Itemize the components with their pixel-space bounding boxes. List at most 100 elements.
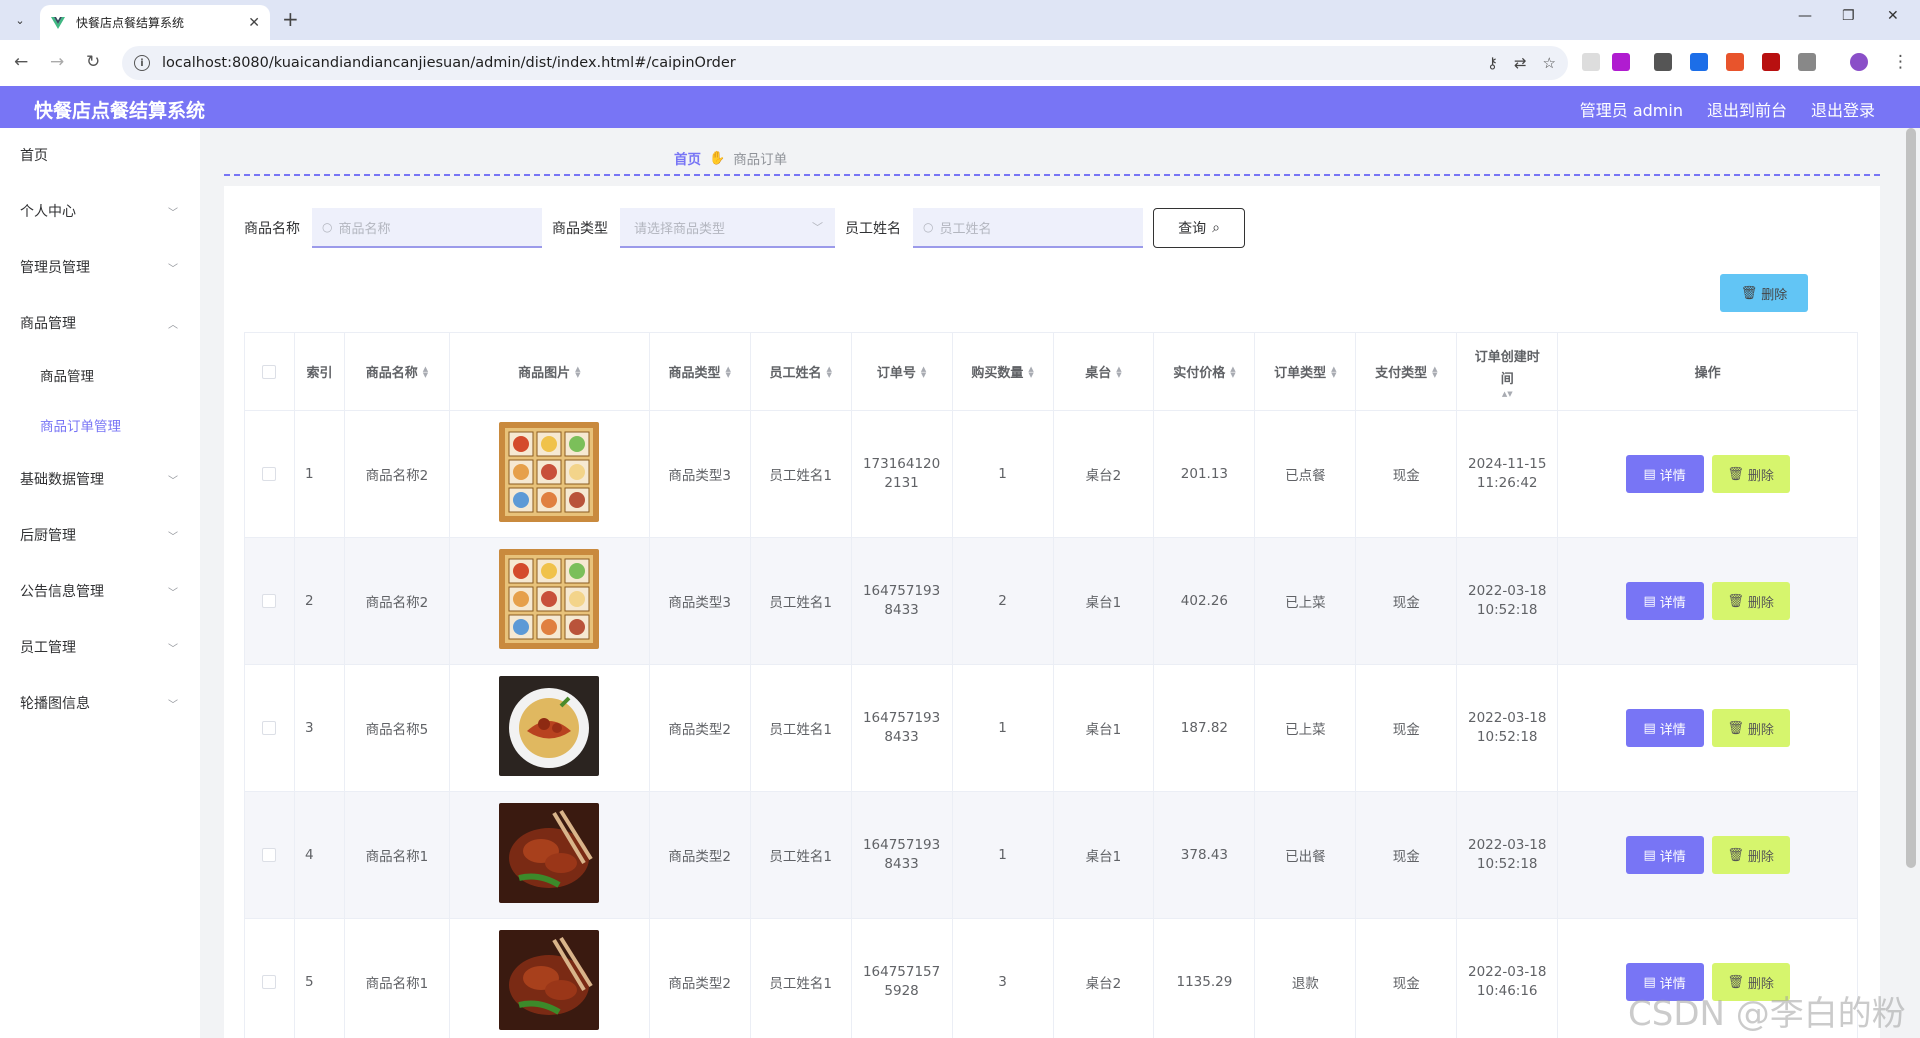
sort-icon[interactable]: ▲▼ [1502,390,1513,397]
cell-pay-type: 现金 [1392,976,1420,992]
row-checkbox[interactable] [262,467,277,481]
sort-icon[interactable]: ▲▼ [1028,365,1033,378]
back-icon[interactable]: ← [14,52,28,72]
type-select[interactable]: 请选择商品类型 ﹀ [620,208,835,248]
sidebar-item-basic-data[interactable]: 基础数据管理 ﹀ [0,464,200,494]
sort-icon[interactable]: ▲▼ [726,365,731,378]
sort-icon[interactable]: ▲▼ [423,365,428,378]
chevron-down-icon: ﹀ [168,207,178,219]
table-cell [450,919,650,1038]
batch-delete-button[interactable]: 🗑 删除 [1720,274,1808,312]
bookmark-star-icon[interactable]: ☆ [1543,54,1556,72]
sidebar-item-staff[interactable]: 员工管理 ﹀ [0,632,200,662]
select-all-checkbox[interactable] [262,364,277,379]
site-info-icon[interactable]: i [134,55,150,71]
sidebar-item-home[interactable]: 首页 [0,140,200,170]
minimize-icon[interactable]: — [1798,8,1812,24]
tab-search-icon[interactable]: ⌄ [8,8,32,32]
browser-tab[interactable]: 快餐店点餐结算系统 ✕ [40,5,270,40]
restore-icon[interactable]: ❐ [1842,8,1855,24]
col-header[interactable]: 商品类型 ▲ ▼ [649,333,751,411]
close-window-icon[interactable]: ✕ [1887,8,1899,24]
table-row: 5 商品名称1 商品类型2 员工姓名1 164757157 5928 3 桌台2 1135.29… [245,919,1858,1038]
breadcrumb-home[interactable]: 首页 [674,148,701,168]
type-label: 商品类型 [552,221,608,237]
sort-icon[interactable]: ▲▼ [1116,365,1121,378]
delete-button[interactable]: 🗑 删除 [1711,709,1790,747]
logout-link[interactable]: 退出登录 [1811,97,1875,121]
staff-search-input[interactable]: ○ 员工姓名 [913,208,1143,248]
forward-icon[interactable]: → [50,52,64,72]
detail-button[interactable]: ▤ 详情 [1625,836,1704,874]
name-label: 商品名称 [244,221,300,237]
cell-created-time: 2022-03-18 10:46:16 [1468,963,1546,1001]
extension-icon[interactable] [1762,53,1780,71]
sort-icon[interactable]: ▲▼ [1331,365,1336,378]
cell-qty: 2 [998,593,1007,609]
select-all-cell [245,333,295,411]
table-cell: 173164120 2131 [851,411,953,538]
row-checkbox[interactable] [262,594,277,608]
extension-icon[interactable] [1726,53,1744,71]
cell-name: 商品名称2 [365,468,429,484]
scrollbar[interactable] [1906,128,1916,868]
cell-order-no: 164757193 8433 [863,709,940,747]
sidebar-item-notice[interactable]: 公告信息管理 ﹀ [0,576,200,606]
delete-button[interactable]: 🗑 删除 [1711,836,1790,874]
avatar[interactable] [1850,53,1868,71]
detail-button[interactable]: ▤ 详情 [1625,455,1704,493]
col-header[interactable]: 订单创建时间 ▲▼ [1457,333,1559,411]
row-checkbox[interactable] [262,721,277,735]
extension-icon[interactable] [1582,53,1600,71]
sidebar-item-label: 管理员管理 [20,260,90,276]
col-header[interactable]: 商品图片 ▲ ▼ [449,333,650,411]
back-to-frontend-link[interactable]: 退出到前台 [1707,97,1787,121]
key-icon[interactable]: ⚷ [1487,54,1498,72]
col-header[interactable]: 订单号 ▲ ▼ [851,333,953,411]
new-tab-icon[interactable]: + [282,8,299,30]
table-cell [449,411,650,538]
sort-icon[interactable]: ▲▼ [575,365,580,378]
query-button[interactable]: 查询 ⌕ [1153,208,1245,248]
col-header[interactable]: 实付价格 ▲ ▼ [1154,333,1256,411]
sidebar-item-carousel[interactable]: 轮播图信息 ﹀ [0,688,200,718]
delete-button[interactable]: 🗑 删除 [1711,455,1790,493]
address-bar[interactable]: i localhost:8080/kuaicandiandiancanjiesu… [122,46,1568,80]
sort-icon[interactable]: ▲▼ [921,365,926,378]
detail-button[interactable]: ▤ 详情 [1625,709,1704,747]
sidebar-item-kitchen[interactable]: 后厨管理 ﹀ [0,520,200,550]
col-header[interactable]: 购买数量 ▲ ▼ [952,333,1054,411]
table-cell: 187.82 [1154,665,1256,792]
cell-qty: 1 [998,847,1007,863]
extension-icon[interactable] [1690,53,1708,71]
extension-icon[interactable] [1654,53,1672,71]
sidebar-item-label: 商品管理 [20,316,76,332]
sidebar-item-profile[interactable]: 个人中心 ﹀ [0,196,200,226]
row-checkbox[interactable] [262,848,277,862]
detail-label: 详情 [1659,468,1686,484]
sort-icon[interactable]: ▲▼ [826,365,831,378]
sidebar-subitem-goods-order[interactable]: 商品订单管理 [0,410,200,440]
sort-icon[interactable]: ▲▼ [1432,365,1437,378]
col-header[interactable]: 商品名称 ▲ ▼ [344,333,450,411]
sort-icon[interactable]: ▲▼ [1230,365,1235,378]
reload-icon[interactable]: ↻ [86,52,100,72]
row-checkbox[interactable] [262,975,277,989]
puzzle-icon[interactable] [1798,53,1816,71]
translate-icon[interactable]: ⇄ [1514,54,1527,72]
admin-user-link[interactable]: 管理员 admin [1580,97,1683,121]
sidebar-item-goods[interactable]: 商品管理 ︿ [0,308,200,338]
chevron-down-icon: ﹀ [812,221,823,234]
detail-button[interactable]: ▤ 详情 [1625,582,1704,620]
close-tab-icon[interactable]: ✕ [248,15,260,31]
more-menu-icon[interactable]: ⋮ [1892,52,1909,72]
col-header[interactable]: 支付类型 ▲ ▼ [1356,333,1458,411]
col-header[interactable]: 员工姓名 ▲ ▼ [750,333,852,411]
sidebar-item-admin[interactable]: 管理员管理 ﹀ [0,252,200,282]
col-header[interactable]: 订单类型 ▲ ▼ [1255,333,1357,411]
name-search-input[interactable]: ○ 商品名称 [312,208,542,248]
delete-button[interactable]: 🗑 删除 [1711,582,1790,620]
sidebar-subitem-goods[interactable]: 商品管理 [0,360,200,390]
extension-icon[interactable] [1612,53,1630,71]
col-header[interactable]: 桌台 ▲ ▼ [1053,333,1155,411]
